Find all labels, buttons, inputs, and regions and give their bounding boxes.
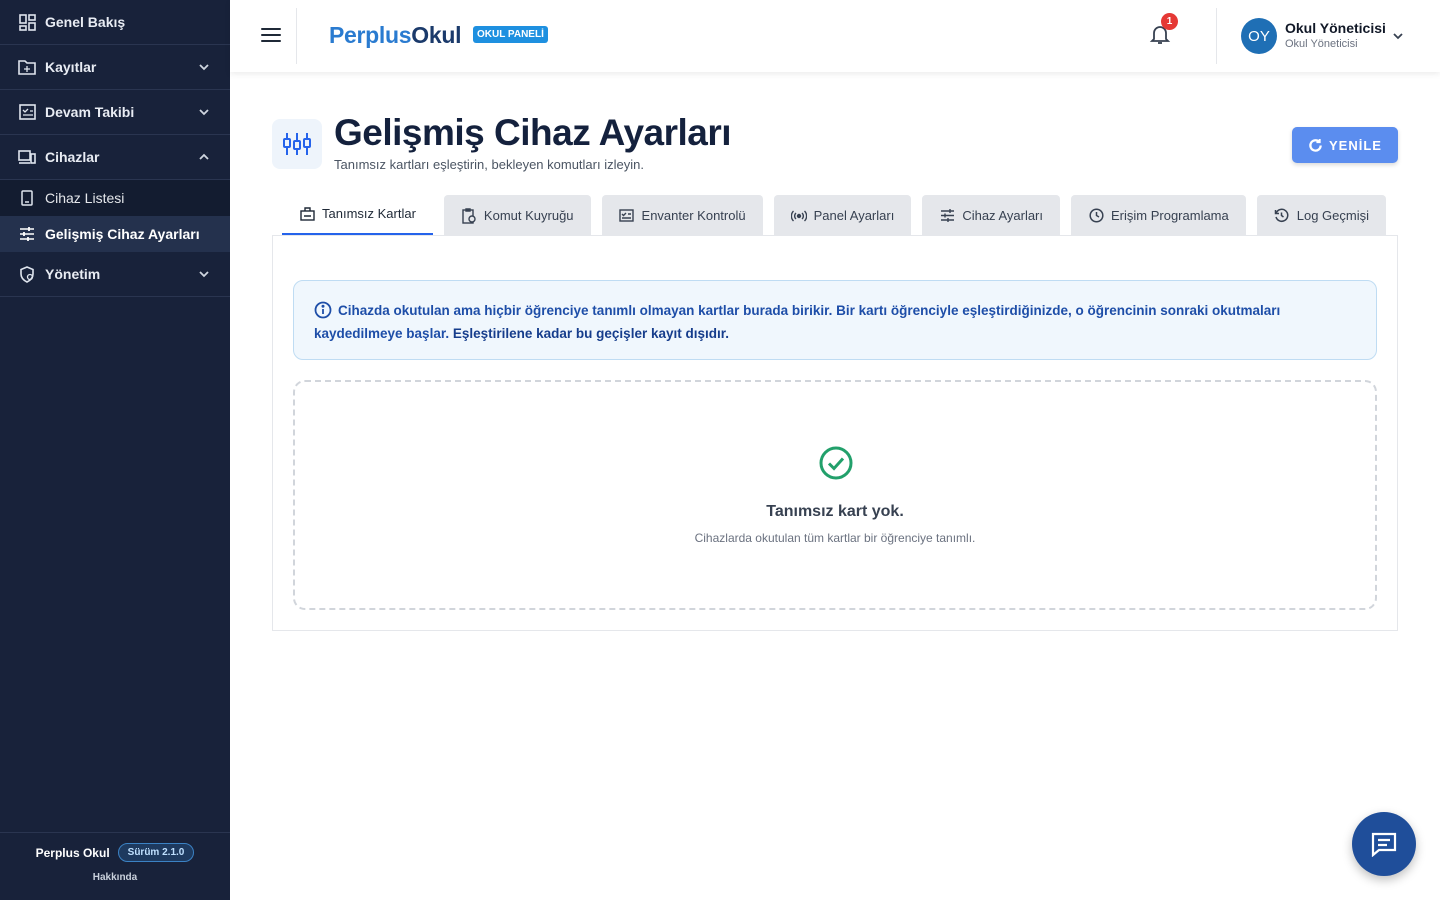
about-link[interactable]: Hakkında bbox=[0, 872, 230, 883]
inventory-icon bbox=[619, 208, 635, 224]
chat-icon bbox=[1371, 832, 1397, 857]
top-bar: PerplusOkul OKUL PANELİ 1 OY Okul Yöneti… bbox=[230, 0, 1440, 72]
notification-badge: 1 bbox=[1161, 13, 1178, 30]
page-subtitle: Tanımsız kartları eşleştirin, bekleyen k… bbox=[334, 157, 644, 172]
sidebar-submenu-cihazlar: Cihaz Listesi Gelişmiş Cihaz Ayarları bbox=[0, 180, 230, 252]
device-icon bbox=[18, 189, 36, 207]
check-circle-icon bbox=[819, 446, 853, 480]
sidebar-item-label: Genel Bakış bbox=[45, 14, 126, 30]
clock-icon bbox=[1088, 208, 1104, 224]
chevron-down-icon[interactable] bbox=[1392, 30, 1404, 42]
refresh-button[interactable]: YENİLE bbox=[1292, 127, 1398, 163]
info-alert: Cihazda okutulan ama hiçbir öğrenciye ta… bbox=[293, 280, 1377, 360]
refresh-icon bbox=[1309, 138, 1322, 152]
sidebar-item-devam-takibi[interactable]: Devam Takibi bbox=[0, 90, 230, 135]
info-emphasis: Eşleştirilene kadar bu geçişler kayıt dı… bbox=[452, 326, 729, 341]
info-icon bbox=[314, 301, 332, 319]
sidebar-item-cihaz-listesi[interactable]: Cihaz Listesi bbox=[0, 180, 230, 216]
sliders-icon bbox=[283, 133, 311, 155]
sidebar-item-label: Cihazlar bbox=[45, 149, 100, 165]
chevron-up-icon bbox=[199, 153, 209, 160]
empty-state-description: Cihazlarda okutulan tüm kartlar bir öğre… bbox=[694, 531, 976, 545]
sidebar-item-genel-bakis[interactable]: Genel Bakış bbox=[0, 0, 230, 45]
sidebar-item-label: Devam Takibi bbox=[45, 104, 135, 120]
admin-icon bbox=[18, 265, 36, 283]
dashboard-icon bbox=[18, 13, 36, 31]
devices-icon bbox=[18, 148, 36, 166]
page-icon bbox=[272, 119, 322, 169]
tab-bar: Tanımsız Kartlar Komut Kuyruğu Envanter … bbox=[282, 194, 1397, 236]
tab-envanter-kontrolu[interactable]: Envanter Kontrolü bbox=[601, 195, 763, 236]
panel-badge: OKUL PANELİ bbox=[473, 26, 548, 43]
chevron-down-icon bbox=[199, 64, 209, 71]
sidebar-footer: Perplus Okul Sürüm 2.1.0 Hakkında bbox=[0, 832, 230, 900]
sidebar-item-yonetim[interactable]: Yönetim bbox=[0, 252, 230, 297]
user-role: Okul Yöneticisi bbox=[1285, 38, 1358, 50]
user-name[interactable]: Okul Yöneticisi bbox=[1285, 20, 1386, 36]
sidebar-item-cihazlar[interactable]: Cihazlar bbox=[0, 135, 230, 180]
sidebar-item-label: Gelişmiş Cihaz Ayarları bbox=[45, 226, 200, 242]
sidebar: Genel Bakış Kayıtlar Devam Takibi Cihazl… bbox=[0, 0, 230, 900]
tab-cihaz-ayarlari[interactable]: Cihaz Ayarları bbox=[922, 195, 1060, 236]
tab-erisim-programlama[interactable]: Erişim Programlama bbox=[1071, 195, 1246, 236]
chevron-down-icon bbox=[199, 271, 209, 278]
tab-log-gecmisi[interactable]: Log Geçmişi bbox=[1256, 195, 1386, 236]
tab-tanimsiz-kartlar[interactable]: Tanımsız Kartlar bbox=[282, 194, 433, 235]
sidebar-item-label: Kayıtlar bbox=[45, 59, 97, 75]
version-badge: Sürüm 2.1.0 bbox=[117, 843, 195, 862]
divider bbox=[296, 8, 297, 64]
sidebar-item-kayitlar[interactable]: Kayıtlar bbox=[0, 45, 230, 90]
page-title: Gelişmiş Cihaz Ayarları bbox=[334, 112, 732, 153]
chevron-down-icon bbox=[199, 109, 209, 116]
tune-icon bbox=[939, 208, 955, 224]
brand-logo[interactable]: PerplusOkul bbox=[329, 22, 461, 49]
empty-state: Tanımsız kart yok. Cihazlarda okutulan t… bbox=[293, 380, 1377, 610]
folder-icon bbox=[18, 58, 36, 76]
menu-icon[interactable] bbox=[261, 28, 281, 44]
sidebar-item-gelismis-cihaz-ayarlari[interactable]: Gelişmiş Cihaz Ayarları bbox=[0, 216, 230, 252]
tab-komut-kuyrugu[interactable]: Komut Kuyruğu bbox=[443, 195, 591, 236]
history-icon bbox=[1274, 208, 1290, 224]
app-name: Perplus Okul bbox=[35, 845, 110, 860]
sliders-icon bbox=[18, 225, 36, 243]
broadcast-icon bbox=[790, 208, 807, 224]
avatar[interactable]: OY bbox=[1241, 18, 1277, 54]
tab-panel-ayarlari[interactable]: Panel Ayarları bbox=[773, 195, 912, 236]
sidebar-item-label: Yönetim bbox=[45, 266, 101, 282]
sidebar-item-label: Cihaz Listesi bbox=[45, 190, 125, 206]
chat-button[interactable] bbox=[1352, 812, 1416, 876]
empty-state-title: Tanımsız kart yok. bbox=[766, 503, 904, 520]
divider bbox=[1216, 8, 1217, 64]
card-icon bbox=[299, 206, 315, 222]
attendance-icon bbox=[18, 103, 36, 121]
queue-icon bbox=[461, 207, 477, 224]
